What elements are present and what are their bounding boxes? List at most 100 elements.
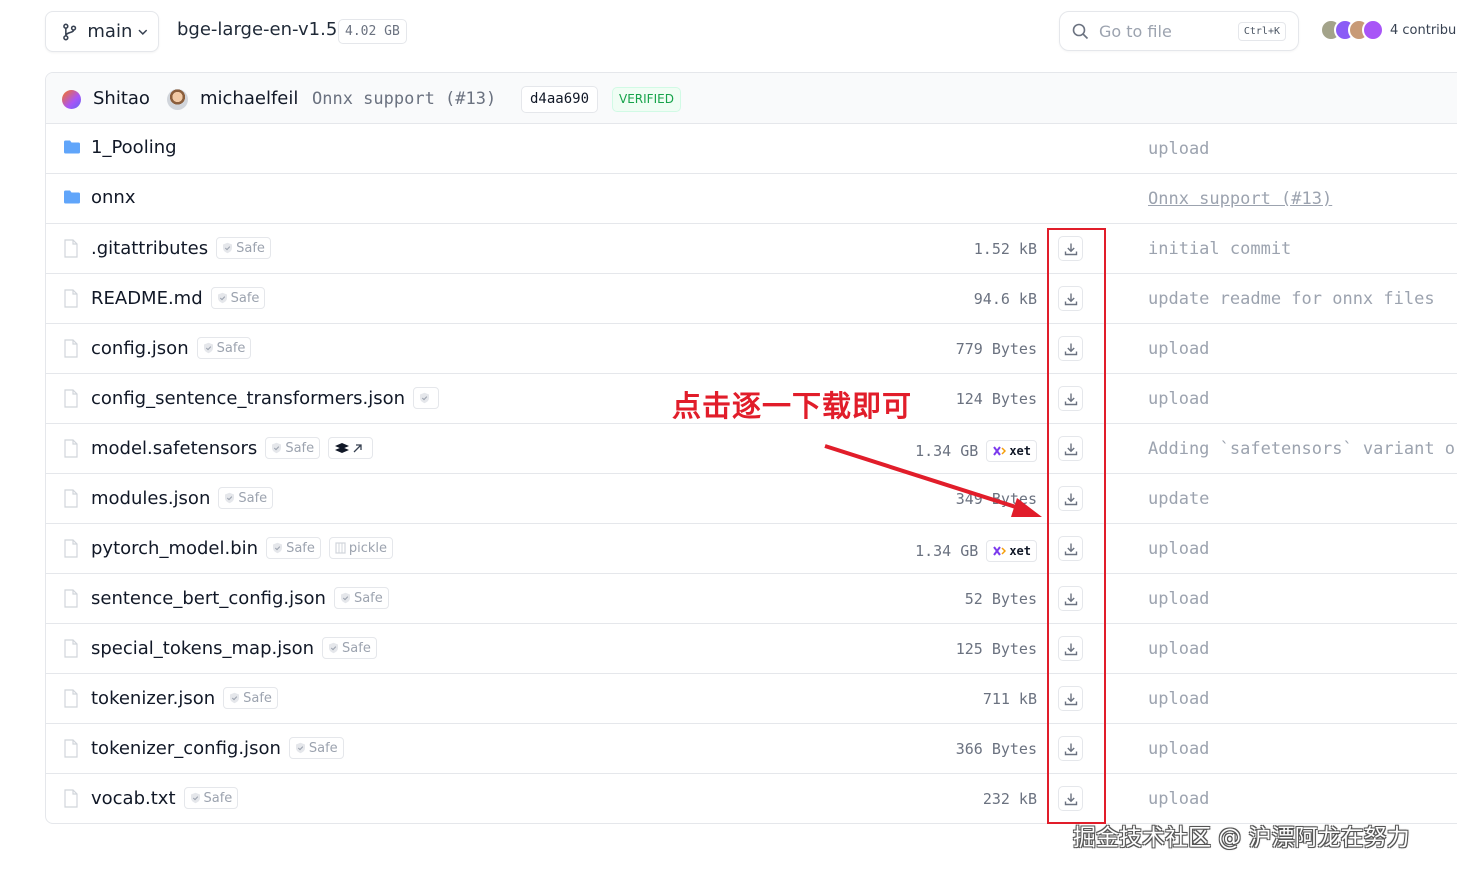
pickle-badge[interactable]: pickle <box>328 537 394 559</box>
branch-name: main <box>87 21 133 42</box>
file-name-cell: .gitattributes Safe <box>91 237 271 259</box>
avatar <box>167 89 188 110</box>
file-name-cell: sentence_bert_config.json Safe <box>91 587 389 609</box>
file-size: 1.34 GB xet <box>915 540 1037 562</box>
last-commit-message[interactable]: update <box>1148 489 1209 509</box>
last-commit-message[interactable]: upload <box>1148 789 1209 809</box>
file-icon <box>64 589 78 608</box>
file-name-link[interactable]: vocab.txt <box>91 788 176 809</box>
commit-message[interactable]: Onnx support (#13) <box>312 89 496 109</box>
last-commit-message[interactable]: upload <box>1148 639 1209 659</box>
contributors-count: 4 contribu <box>1390 22 1457 38</box>
last-commit-message[interactable]: Adding `safetensors` variant o <box>1148 439 1455 459</box>
file-name-link[interactable]: pytorch_model.bin <box>91 538 258 559</box>
file-name-link[interactable]: tokenizer_config.json <box>91 738 281 759</box>
table-row[interactable]: onnx Onnx support (#13) <box>46 174 1457 224</box>
search-icon <box>1072 23 1089 39</box>
table-row[interactable]: special_tokens_map.json Safe 125 Bytes uplo… <box>46 624 1457 674</box>
file-name-cell: onnx <box>91 187 135 208</box>
security-scan-badge[interactable] <box>413 387 440 409</box>
file-icon <box>64 789 78 808</box>
shield-icon <box>272 442 282 454</box>
file-icon <box>64 389 78 408</box>
commit-author[interactable]: michaelfeil <box>200 88 298 109</box>
security-scan-badge[interactable]: Safe <box>196 337 252 359</box>
security-scan-badge[interactable]: Safe <box>265 437 321 459</box>
table-row[interactable]: vocab.txt Safe 232 kB upload <box>46 774 1457 823</box>
file-name-cell: pytorch_model.bin Safe pickle <box>91 537 394 559</box>
chevron-down-icon <box>138 29 148 35</box>
file-name-link[interactable]: sentence_bert_config.json <box>91 588 326 609</box>
xet-storage-badge[interactable]: xet <box>986 440 1037 462</box>
security-scan-badge[interactable]: Safe <box>333 587 389 609</box>
security-scan-badge[interactable]: Safe <box>266 537 321 559</box>
safetensors-viewer-badge[interactable] <box>328 437 374 459</box>
commit-author[interactable]: Shitao <box>93 88 150 109</box>
file-name-link[interactable]: .gitattributes <box>91 238 208 259</box>
last-commit-message[interactable]: upload <box>1148 139 1209 159</box>
shield-icon <box>420 392 430 404</box>
table-row[interactable]: tokenizer.json Safe 711 kB upload <box>46 674 1457 724</box>
file-name-cell: modules.json Safe <box>91 487 274 509</box>
file-name-link[interactable]: config_sentence_transformers.json <box>91 388 405 409</box>
file-icon <box>64 689 78 708</box>
folder-icon <box>64 140 80 154</box>
last-commit-message[interactable]: upload <box>1148 339 1209 359</box>
file-name-link[interactable]: README.md <box>91 288 203 309</box>
last-commit-message[interactable]: initial commit <box>1148 239 1291 259</box>
table-row[interactable]: tokenizer_config.json Safe 366 Bytes upload <box>46 724 1457 774</box>
xet-storage-badge[interactable]: xet <box>986 540 1037 562</box>
table-row[interactable]: README.md Safe 94.6 kB update readme for on… <box>46 274 1457 324</box>
security-scan-badge[interactable]: Safe <box>216 237 271 259</box>
file-icon <box>64 239 78 258</box>
xet-icon <box>993 546 1007 556</box>
search-placeholder: Go to file <box>1099 21 1172 41</box>
file-name-link[interactable]: tokenizer.json <box>91 688 215 709</box>
file-name-link[interactable]: model.safetensors <box>91 438 257 459</box>
file-name-cell: config_sentence_transformers.json <box>91 387 440 409</box>
verified-badge: VERIFIED <box>612 87 681 112</box>
security-scan-badge[interactable]: Safe <box>322 637 377 659</box>
table-row[interactable]: pytorch_model.bin Safe pickle 1.34 GB xet upl… <box>46 524 1457 574</box>
table-row[interactable]: sentence_bert_config.json Safe 52 Bytes upl… <box>46 574 1457 624</box>
table-row[interactable]: .gitattributes Safe 1.52 kB initial commit <box>46 224 1457 274</box>
table-row[interactable]: modules.json Safe 349 Bytes update <box>46 474 1457 524</box>
pickle-icon <box>335 542 346 554</box>
file-icon <box>64 489 78 508</box>
shield-icon <box>273 542 283 554</box>
table-row[interactable]: model.safetensors Safe 1.34 GB xet Adding `s… <box>46 424 1457 474</box>
shield-icon <box>217 292 227 304</box>
branch-selector-button[interactable]: main <box>45 11 159 52</box>
last-commit-message[interactable]: upload <box>1148 739 1209 759</box>
security-scan-badge[interactable]: Safe <box>218 487 274 509</box>
security-scan-badge[interactable]: Safe <box>223 687 278 709</box>
shield-icon <box>203 342 213 354</box>
last-commit-message[interactable]: upload <box>1148 589 1209 609</box>
security-scan-badge[interactable]: Safe <box>288 737 344 759</box>
security-scan-badge[interactable]: Safe <box>183 787 239 809</box>
highlight-box <box>1047 228 1106 824</box>
repo-name: bge-large-en-v1.5 <box>177 19 338 40</box>
go-to-file-search[interactable]: Go to file Ctrl+K <box>1059 11 1299 51</box>
file-name-link[interactable]: 1_Pooling <box>91 137 177 158</box>
file-name-link[interactable]: special_tokens_map.json <box>91 638 314 659</box>
commit-sha[interactable]: d4aa690 <box>521 86 599 113</box>
file-size: 124 Bytes <box>955 390 1037 408</box>
file-name-link[interactable]: config.json <box>91 338 189 359</box>
file-name-link[interactable]: onnx <box>91 187 135 208</box>
file-size: 711 kB <box>982 690 1037 708</box>
table-row[interactable]: 1_Pooling upload <box>46 124 1457 174</box>
table-row[interactable]: config.json Safe 779 Bytes upload <box>46 324 1457 374</box>
last-commit-message[interactable]: upload <box>1148 689 1209 709</box>
search-shortcut: Ctrl+K <box>1237 22 1286 41</box>
shield-icon <box>340 592 350 604</box>
file-name-link[interactable]: modules.json <box>91 488 210 509</box>
shield-icon <box>223 242 233 254</box>
last-commit-message[interactable]: update readme for onnx files <box>1148 289 1435 309</box>
branch-icon <box>63 23 77 40</box>
last-commit-message[interactable]: Onnx support (#13) <box>1148 189 1332 209</box>
contributors[interactable]: 4 contribu <box>1320 19 1456 41</box>
security-scan-badge[interactable]: Safe <box>210 287 266 309</box>
last-commit-message[interactable]: upload <box>1148 389 1209 409</box>
last-commit-message[interactable]: upload <box>1148 539 1209 559</box>
